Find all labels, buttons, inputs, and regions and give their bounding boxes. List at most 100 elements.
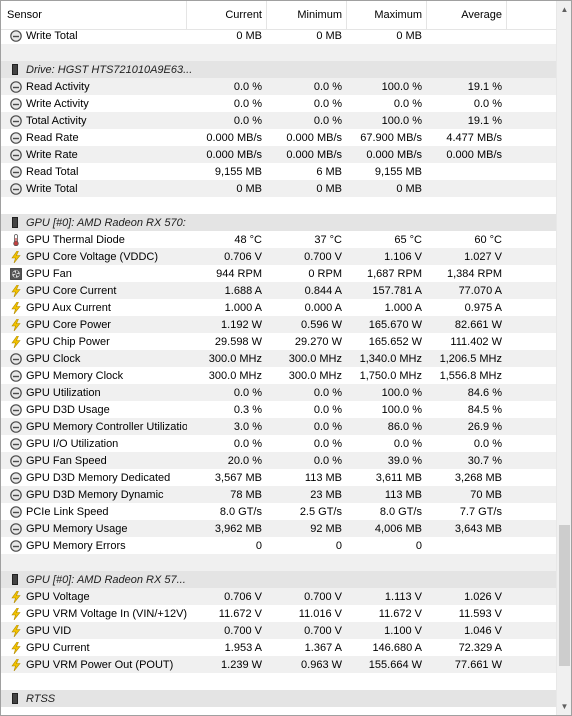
- current-value: 3.0 %: [233, 420, 262, 433]
- sensor-name-cell: GPU D3D Memory Dedicated: [1, 472, 187, 484]
- sensor-row[interactable]: Read Rate 0.000 MB/s 0.000 MB/s 67.900 MB/s…: [1, 129, 556, 146]
- lightning-icon: [10, 607, 22, 620]
- sensor-name-cell: GPU Chip Power: [1, 335, 187, 348]
- sensor-row[interactable]: Write Total 0 MB 0 MB 0 MB: [1, 180, 556, 197]
- sensor-label: GPU D3D Memory Dynamic: [26, 488, 164, 501]
- minimum-value: 0: [335, 539, 342, 552]
- sensor-row[interactable]: GPU D3D Usage 0.3 % 0.0 % 100.0 % 84.5 %: [1, 401, 556, 418]
- maximum-value: 0.0 %: [393, 437, 422, 450]
- sensor-row[interactable]: GPU Utilization 0.0 % 0.0 % 100.0 % 84.6 %: [1, 384, 556, 401]
- sensor-name-cell: GPU Voltage: [1, 590, 187, 603]
- current-value: 0 MB: [236, 29, 262, 42]
- sensor-label: GPU Voltage: [26, 590, 90, 603]
- sensor-row[interactable]: Write Rate 0.000 MB/s 0.000 MB/s 0.000 MB/s…: [1, 146, 556, 163]
- gauge-icon: [10, 165, 22, 178]
- sensor-name-cell: GPU Memory Usage: [1, 523, 187, 535]
- sensor-row[interactable]: GPU Core Voltage (VDDC) 0.706 V 0.700 V 1.1…: [1, 248, 556, 265]
- sensor-row[interactable]: GPU I/O Utilization 0.0 % 0.0 % 0.0 % 0.0 %: [1, 435, 556, 452]
- sensor-row[interactable]: Write Total 0 MB 0 MB 0 MB: [1, 27, 556, 44]
- column-sensor[interactable]: Sensor: [1, 1, 187, 29]
- sensor-list[interactable]: Write Total 0 MB 0 MB 0 MB Drive: HGST HTS72…: [1, 27, 556, 707]
- group-header-row[interactable]: RTSS: [1, 690, 556, 707]
- sensor-row[interactable]: GPU D3D Memory Dedicated 3,567 MB 113 MB 3,…: [1, 469, 556, 486]
- scroll-up-icon[interactable]: ▲: [557, 1, 571, 18]
- gauge-icon: [10, 471, 22, 484]
- maximum-value: 65 °C: [394, 233, 422, 246]
- sensor-row[interactable]: GPU VRM Power Out (POUT) 1.239 W 0.963 W 15…: [1, 656, 556, 673]
- average-value: 3,268 MB: [454, 471, 502, 484]
- sensor-name-cell: GPU VID: [1, 624, 187, 637]
- sensor-row[interactable]: GPU Memory Usage 3,962 MB 92 MB 4,006 MB 3,6…: [1, 520, 556, 537]
- gauge-icon: [10, 522, 22, 535]
- minimum-value: 0.000 A: [304, 301, 342, 314]
- average-value: 19.1 %: [467, 114, 502, 127]
- group-title: GPU [#0]: AMD Radeon RX 57...: [26, 573, 186, 586]
- current-value: 1.688 A: [224, 284, 262, 297]
- sensor-window: Sensor Current Minimum Maximum Average W…: [0, 0, 572, 716]
- minimum-value: 11.016 V: [298, 607, 342, 620]
- sensor-row[interactable]: Total Activity 0.0 % 0.0 % 100.0 % 19.1 %: [1, 112, 556, 129]
- sensor-row[interactable]: PCIe Link Speed 8.0 GT/s 2.5 GT/s 8.0 GT/s 7…: [1, 503, 556, 520]
- sensor-label: GPU I/O Utilization: [26, 437, 119, 450]
- minimum-value: 0.0 %: [313, 114, 342, 127]
- average-value: 84.5 %: [467, 403, 502, 416]
- sensor-row[interactable]: GPU D3D Memory Dynamic 78 MB 23 MB 113 MB 70…: [1, 486, 556, 503]
- maximum-value: 100.0 %: [381, 80, 422, 93]
- sensor-row[interactable]: Write Activity 0.0 % 0.0 % 0.0 % 0.0 %: [1, 95, 556, 112]
- sensor-label: GPU Aux Current: [26, 301, 111, 314]
- average-value: 1.027 V: [464, 250, 502, 263]
- minimum-value: 300.0 MHz: [288, 369, 342, 382]
- average-value: 0.0 %: [473, 437, 502, 450]
- sensor-row[interactable]: GPU VID 0.700 V 0.700 V 1.100 V 1.046 V: [1, 622, 556, 639]
- gauge-icon: [10, 454, 22, 467]
- lightning-icon: [10, 641, 22, 654]
- sensor-label: GPU VRM Voltage In (VIN/+12V): [26, 607, 187, 620]
- average-value: 30.7 %: [467, 454, 502, 467]
- sensor-row[interactable]: GPU Clock 300.0 MHz 300.0 MHz 1,340.0 MHz 1,…: [1, 350, 556, 367]
- minimum-value: 0 RPM: [308, 267, 342, 280]
- sensor-row[interactable]: Read Activity 0.0 % 0.0 % 100.0 % 19.1 %: [1, 78, 556, 95]
- sensor-row[interactable]: GPU VRM Voltage In (VIN/+12V) 11.672 V 11.…: [1, 605, 556, 622]
- sensor-name-cell: GPU VRM Voltage In (VIN/+12V): [1, 607, 187, 620]
- sensor-row[interactable]: GPU Thermal Diode 48 °C 37 °C 65 °C 60 °C: [1, 231, 556, 248]
- sensor-row[interactable]: GPU Current 1.953 A 1.367 A 146.680 A 72.329…: [1, 639, 556, 656]
- maximum-value: 1.113 V: [384, 590, 422, 603]
- sensor-row[interactable]: GPU Fan Speed 20.0 % 0.0 % 39.0 % 30.7 %: [1, 452, 556, 469]
- average-value: 60 °C: [474, 233, 502, 246]
- sensor-row[interactable]: GPU Core Power 1.192 W 0.596 W 165.670 W 82.…: [1, 316, 556, 333]
- vertical-scrollbar[interactable]: ▲ ▼: [556, 1, 571, 715]
- sensor-row[interactable]: GPU Memory Clock 300.0 MHz 300.0 MHz 1,750.…: [1, 367, 556, 384]
- sensor-row[interactable]: GPU Voltage 0.706 V 0.700 V 1.113 V 1.026 V: [1, 588, 556, 605]
- column-average[interactable]: Average: [427, 1, 507, 29]
- column-current[interactable]: Current: [187, 1, 267, 29]
- sensor-row[interactable]: GPU Fan 944 RPM 0 RPM 1,687 RPM 1,384 RPM: [1, 265, 556, 282]
- maximum-value: 100.0 %: [381, 386, 422, 399]
- sensor-row[interactable]: Read Total 9,155 MB 6 MB 9,155 MB: [1, 163, 556, 180]
- scroll-thumb[interactable]: [559, 525, 570, 666]
- maximum-value: 1,340.0 MHz: [359, 352, 422, 365]
- sensor-name-cell: Total Activity: [1, 115, 187, 127]
- sensor-row[interactable]: GPU Aux Current 1.000 A 0.000 A 1.000 A 0.97…: [1, 299, 556, 316]
- current-value: 300.0 MHz: [208, 369, 262, 382]
- sensor-row[interactable]: GPU Memory Errors 0 0 0: [1, 537, 556, 554]
- sensor-row[interactable]: GPU Chip Power 29.598 W 29.270 W 165.652 W 1…: [1, 333, 556, 350]
- current-value: 20.0 %: [227, 454, 262, 467]
- group-header-row[interactable]: GPU [#0]: AMD Radeon RX 57...: [1, 571, 556, 588]
- group-header-row[interactable]: Drive: HGST HTS721010A9E63...: [1, 61, 556, 78]
- average-value: 11.593 V: [458, 607, 502, 620]
- sensor-row[interactable]: GPU Memory Controller Utilization 3.0 % 0.…: [1, 418, 556, 435]
- current-value: 0: [255, 539, 262, 552]
- group-header-row[interactable]: GPU [#0]: AMD Radeon RX 570:: [1, 214, 556, 231]
- current-value: 0.0 %: [233, 97, 262, 110]
- maximum-value: 4,006 MB: [374, 522, 422, 535]
- minimum-value: 0.844 A: [304, 284, 342, 297]
- scroll-down-icon[interactable]: ▼: [557, 698, 571, 715]
- column-minimum[interactable]: Minimum: [267, 1, 347, 29]
- gauge-icon: [10, 97, 22, 110]
- column-maximum[interactable]: Maximum: [347, 1, 427, 29]
- sensor-label: Write Total: [26, 182, 78, 195]
- sensor-name-cell: GPU VRM Power Out (POUT): [1, 658, 187, 671]
- hardware-chip-icon: [12, 574, 18, 585]
- sensor-row[interactable]: GPU Core Current 1.688 A 0.844 A 157.781 A 7…: [1, 282, 556, 299]
- minimum-value: 1.367 A: [304, 641, 342, 654]
